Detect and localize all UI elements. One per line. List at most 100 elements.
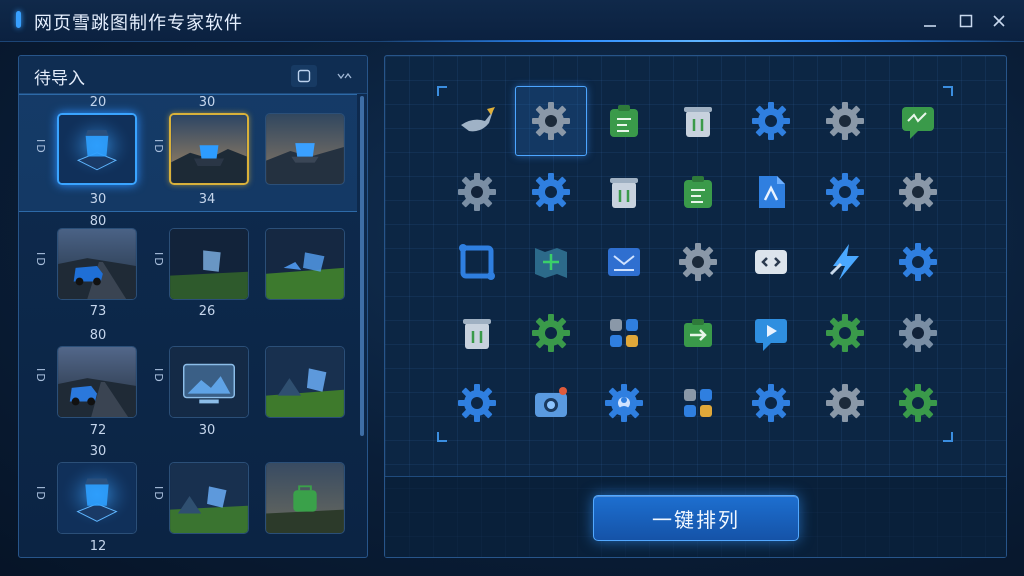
landscape-cube-thumb-image [266, 114, 344, 184]
canvas-icon-cell[interactable] [588, 368, 660, 438]
canvas-icon-cell[interactable] [441, 368, 513, 438]
bag-field-thumb-image [266, 463, 344, 533]
group-side-label: ID [34, 139, 47, 155]
image-thumbnail[interactable] [169, 346, 249, 418]
canvas-icon-cell[interactable] [809, 157, 881, 227]
group-count-label: 30 [198, 423, 216, 438]
canvas-icon-cell[interactable] [441, 227, 513, 297]
maximize-icon [959, 14, 973, 28]
group-count-label: 34 [198, 192, 216, 207]
canvas-icon-cell[interactable] [662, 298, 734, 368]
title-glow-line [380, 40, 1020, 42]
image-thumbnail[interactable] [169, 462, 249, 534]
sort-button[interactable] [331, 65, 357, 87]
canvas-icon-cell[interactable] [882, 368, 954, 438]
export-icon [683, 318, 712, 347]
canvas-icon-cell[interactable] [515, 227, 587, 297]
map-icon [534, 248, 567, 278]
minimize-button[interactable] [917, 8, 943, 34]
canvas-icon-cell[interactable] [588, 227, 660, 297]
gear-icon [458, 384, 496, 422]
canvas-icon-cell[interactable] [882, 227, 954, 297]
canvas-icon-cell[interactable] [441, 157, 513, 227]
canvas-icon-cell[interactable] [515, 368, 587, 438]
clipboard-icon [683, 175, 712, 208]
image-thumbnail[interactable] [57, 462, 137, 534]
view-toggle-button[interactable] [291, 65, 317, 87]
gear-icon [825, 384, 864, 422]
canvas-icon-cell[interactable] [588, 86, 660, 156]
group-count-label: 26 [198, 304, 216, 319]
car-road-thumb-image [58, 347, 136, 417]
canvas-icon-cell[interactable] [809, 227, 881, 297]
import-group[interactable]: 80 ID ID [19, 214, 357, 326]
canvas-icon-cell[interactable] [515, 157, 587, 227]
bird-icon [461, 107, 495, 132]
import-group[interactable]: 30 ID ID 12 [19, 444, 357, 557]
minimize-icon [924, 25, 936, 27]
gear-icon [531, 102, 570, 140]
canvas-icon-cell[interactable] [441, 298, 513, 368]
image-thumbnail[interactable] [265, 462, 345, 534]
gear-icon [899, 313, 937, 352]
image-thumbnail[interactable] [57, 228, 137, 300]
canvas-icon-cell[interactable] [515, 298, 587, 368]
arrange-canvas-panel: 一键排列 [384, 55, 1007, 558]
group-side-label: ID [34, 368, 47, 384]
image-thumbnail[interactable] [57, 113, 137, 185]
group-side-label: ID [152, 139, 165, 155]
import-panel-header: 待导入 [19, 56, 367, 94]
gear-icon [752, 102, 790, 140]
group-count-label: 80 [89, 328, 107, 343]
canvas-icon-cell[interactable] [588, 298, 660, 368]
image-thumbnail[interactable] [265, 228, 345, 300]
trash-icon [463, 318, 491, 349]
canvas-icon-cell[interactable] [662, 157, 734, 227]
action-bar: 一键排列 [385, 476, 1006, 557]
monitor-photo-thumb-image [170, 347, 248, 417]
gear-icon [458, 172, 496, 211]
image-thumbnail[interactable] [265, 113, 345, 185]
canvas-icon-cell[interactable] [882, 157, 954, 227]
gear-icon [531, 313, 570, 352]
canvas-icon-cell[interactable] [735, 298, 807, 368]
close-button[interactable] [986, 8, 1012, 34]
canvas-icon-cell[interactable] [735, 157, 807, 227]
canvas-icon-cell[interactable] [662, 86, 734, 156]
canvas-icon-cell[interactable] [809, 86, 881, 156]
code-icon [755, 250, 787, 274]
canvas-icon-cell[interactable] [514, 86, 587, 156]
cube-thumb-image [59, 115, 135, 183]
image-thumbnail[interactable] [169, 113, 249, 185]
import-group[interactable]: 80 ID ID [19, 328, 357, 442]
list-scrollbar[interactable] [360, 96, 364, 436]
maximize-button[interactable] [953, 8, 979, 34]
image-thumbnail[interactable] [57, 346, 137, 418]
canvas-icon-cell[interactable] [882, 86, 954, 156]
canvas-icon-cell[interactable] [809, 368, 881, 438]
canvas-icon-cell[interactable] [588, 157, 660, 227]
import-group[interactable]: 20 30 ID ID 30 34 [19, 94, 357, 212]
group-side-label: ID [34, 486, 47, 502]
image-thumbnail[interactable] [265, 346, 345, 418]
gear-icon [752, 384, 790, 422]
trash-icon [683, 107, 712, 137]
icon-canvas[interactable] [437, 86, 953, 442]
canvas-icon-cell[interactable] [441, 86, 513, 156]
canvas-icon-cell[interactable] [735, 368, 807, 438]
canvas-icon-cell[interactable] [735, 227, 807, 297]
canvas-icon-cell[interactable] [809, 298, 881, 368]
group-count-label: 80 [89, 214, 107, 229]
arrange-button[interactable]: 一键排列 [593, 495, 799, 541]
canvas-icon-cell[interactable] [882, 298, 954, 368]
gear-icon [825, 102, 864, 140]
link-icon [459, 244, 495, 280]
lightning-icon [829, 244, 859, 280]
image-thumbnail[interactable] [169, 228, 249, 300]
cube-landscape-thumb-image [171, 115, 247, 183]
canvas-icon-cell[interactable] [662, 227, 734, 297]
canvas-icon-cell[interactable] [735, 86, 807, 156]
app-icon [16, 11, 21, 28]
group-count-label: 72 [89, 423, 107, 438]
canvas-icon-cell[interactable] [662, 368, 734, 438]
